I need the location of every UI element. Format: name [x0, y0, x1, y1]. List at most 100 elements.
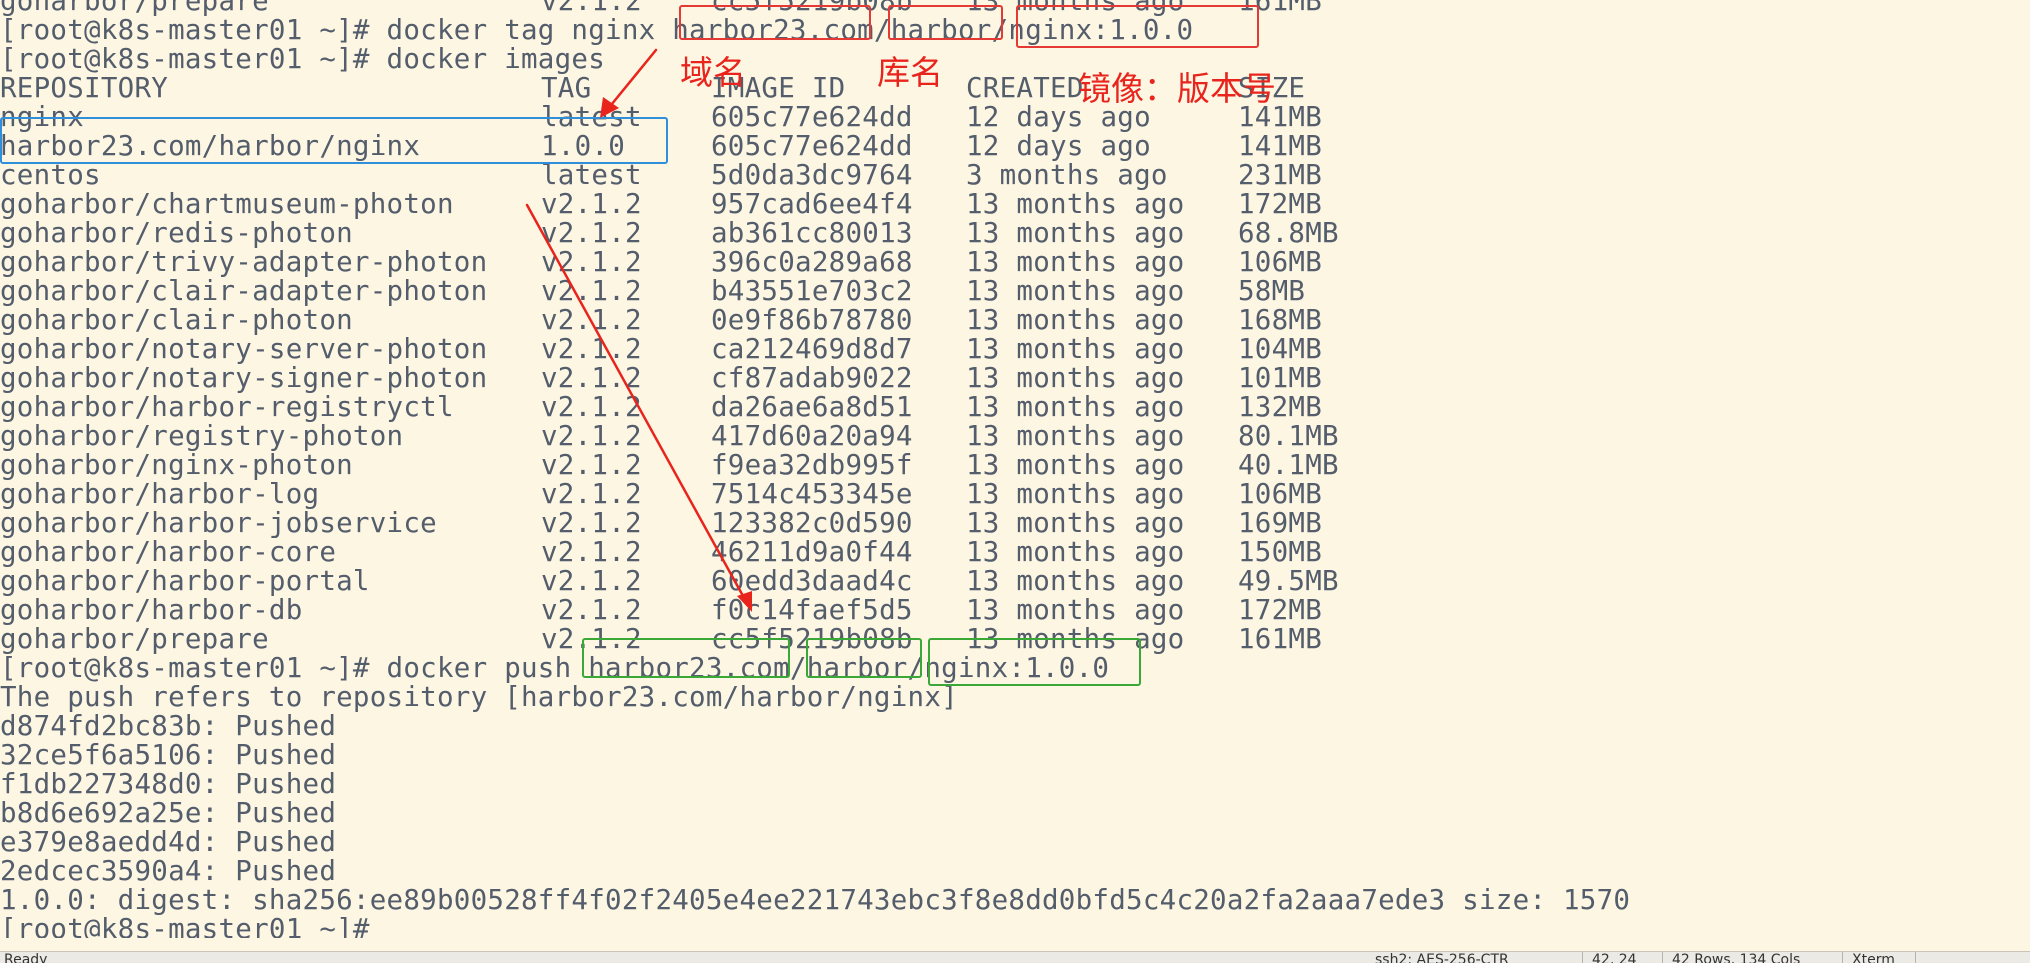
size-cell: 40.1MB	[1238, 449, 1339, 481]
push-domain-highlight	[582, 638, 790, 678]
created-cell: 13 months ago	[966, 304, 1185, 336]
repository-cell: goharbor/clair-adapter-photon	[0, 275, 488, 307]
repository-cell: goharbor/registry-photon	[0, 420, 404, 452]
image-id-cell: 0e9f86b78780	[711, 304, 913, 336]
size-cell: 161MB	[1238, 623, 1323, 655]
image-id-cell: ab361cc80013	[711, 217, 913, 249]
repository-cell: goharbor/nginx-photon	[0, 449, 353, 481]
tag-cell: v2.1.2	[541, 420, 642, 452]
image-id-cell: 60edd3daad4c	[711, 565, 913, 597]
image-id-cell: 605c77e624dd	[711, 101, 913, 133]
size-cell: 168MB	[1238, 304, 1323, 336]
repository-cell: goharbor/notary-signer-photon	[0, 362, 488, 394]
status-bar: Ready ssh2: AES-256-CTR 42, 24 42 Rows, …	[0, 951, 2030, 963]
repository-cell: goharbor/harbor-portal	[0, 565, 370, 597]
output-line: 2edcec3590a4: Pushed	[0, 855, 337, 887]
size-cell: 106MB	[1238, 246, 1323, 278]
created-cell: 3 months ago	[966, 159, 1168, 191]
command-line: [root@k8s-master01 ~]# docker tag nginx …	[0, 14, 1194, 46]
tag-cell: v2.1.2	[541, 217, 642, 249]
tag-cell: latest	[541, 159, 642, 191]
tag-cell: v2.1.2	[541, 188, 642, 220]
created-cell: 13 months ago	[966, 420, 1185, 452]
created-cell: 13 months ago	[966, 507, 1185, 539]
output-line: 32ce5f6a5106: Pushed	[0, 739, 337, 771]
image-id-cell: 957cad6ee4f4	[711, 188, 913, 220]
image-version-annotation: 镜像：版本号	[1078, 69, 1276, 108]
tag-cell: v2.1.2	[541, 333, 642, 365]
size-cell: 132MB	[1238, 391, 1323, 423]
tag-cell: v2.1.2	[541, 565, 642, 597]
size-cell: 58MB	[1238, 275, 1306, 307]
tag-cell: v2.1.2	[541, 304, 642, 336]
tag-cell: TAG	[541, 72, 592, 104]
created-cell: 13 months ago	[966, 594, 1185, 626]
created-cell: 13 months ago	[966, 536, 1185, 568]
image-id-cell: 605c77e624dd	[711, 130, 913, 162]
image-id-cell: da26ae6a8d51	[711, 391, 913, 423]
image-id-cell: ca212469d8d7	[711, 333, 913, 365]
image-id-cell: 123382c0d590	[711, 507, 913, 539]
size-cell: 106MB	[1238, 478, 1323, 510]
repository-cell: goharbor/harbor-log	[0, 478, 320, 510]
size-cell: 150MB	[1238, 536, 1323, 568]
repository-cell: goharbor/trivy-adapter-photon	[0, 246, 488, 278]
tag-domain-highlight	[679, 5, 871, 40]
created-cell: 13 months ago	[966, 565, 1185, 597]
repository-cell: goharbor/harbor-core	[0, 536, 337, 568]
tag-image-version-highlight	[1016, 5, 1259, 48]
output-line: b8d6e692a25e: Pushed	[0, 797, 337, 829]
repository-cell: goharbor/harbor-db	[0, 594, 303, 626]
output-line: e379e8aedd4d: Pushed	[0, 826, 337, 858]
size-cell: 101MB	[1238, 362, 1323, 394]
image-id-cell: cf87adab9022	[711, 362, 913, 394]
size-cell: 231MB	[1238, 159, 1323, 191]
image-id-cell: 7514c453345e	[711, 478, 913, 510]
repository-cell: goharbor/notary-server-photon	[0, 333, 488, 365]
output-line: 1.0.0: digest: sha256:ee89b00528ff4f02f2…	[0, 884, 1631, 916]
tag-cell: v2.1.2	[541, 449, 642, 481]
output-line: f1db227348d0: Pushed	[0, 768, 337, 800]
created-cell: 12 days ago	[966, 130, 1151, 162]
size-cell: 169MB	[1238, 507, 1323, 539]
domain-annotation: 域名	[680, 53, 746, 92]
repository-cell: goharbor/prepare	[0, 623, 269, 655]
tag-cell: v2.1.2	[541, 246, 642, 278]
created-cell: 13 months ago	[966, 391, 1185, 423]
created-cell: 13 months ago	[966, 449, 1185, 481]
repository-cell: goharbor/harbor-registryctl	[0, 391, 454, 423]
tag-cell: v2.1.2	[541, 536, 642, 568]
repository-cell: goharbor/chartmuseum-photon	[0, 188, 454, 220]
push-image-version-highlight	[928, 638, 1141, 686]
repository-cell: goharbor/redis-photon	[0, 217, 353, 249]
image-id-cell: f0c14faef5d5	[711, 594, 913, 626]
image-id-cell: b43551e703c2	[711, 275, 913, 307]
repository-cell: centos	[0, 159, 101, 191]
tagged-image-row-highlight	[0, 117, 668, 164]
command-line: [root@k8s-master01 ~]#	[0, 913, 370, 939]
image-id-cell: 417d60a20a94	[711, 420, 913, 452]
tag-cell: v2.1.2	[541, 391, 642, 423]
tag-cell: v2.1.2	[541, 362, 642, 394]
size-cell: 80.1MB	[1238, 420, 1339, 452]
output-line: The push refers to repository [harbor23.…	[0, 681, 958, 713]
tag-cell: v2.1.2	[541, 275, 642, 307]
tag-cell: v2.1.2	[541, 507, 642, 539]
created-cell: 13 months ago	[966, 333, 1185, 365]
size-cell: 104MB	[1238, 333, 1323, 365]
tag-repo-highlight	[888, 5, 1003, 40]
created-cell: 13 months ago	[966, 362, 1185, 394]
output-line: d874fd2bc83b: Pushed	[0, 710, 337, 742]
size-cell: 49.5MB	[1238, 565, 1339, 597]
created-cell: 13 months ago	[966, 246, 1185, 278]
created-cell: CREATED	[966, 72, 1084, 104]
tag-cell: v2.1.2	[541, 478, 642, 510]
push-repo-highlight	[806, 638, 922, 678]
created-cell: 13 months ago	[966, 478, 1185, 510]
image-id-cell: 396c0a289a68	[711, 246, 913, 278]
size-cell: 68.8MB	[1238, 217, 1339, 249]
image-id-cell: 5d0da3dc9764	[711, 159, 913, 191]
repository-cell: goharbor/clair-photon	[0, 304, 353, 336]
created-cell: 13 months ago	[966, 217, 1185, 249]
repository-cell: REPOSITORY	[0, 72, 169, 104]
